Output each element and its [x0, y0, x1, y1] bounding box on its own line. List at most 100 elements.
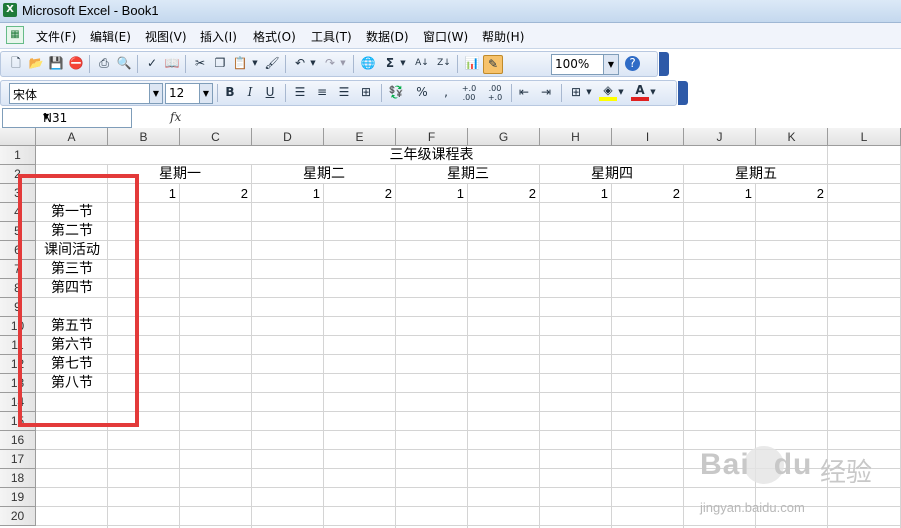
- menu-data[interactable]: 数据(D): [366, 28, 409, 45]
- column-header[interactable]: C: [180, 128, 252, 146]
- autosum-dropdown-icon[interactable]: ▼: [399, 55, 407, 72]
- zoom-select[interactable]: 100% ▼: [551, 54, 619, 75]
- toolbar-options-icon[interactable]: [659, 52, 669, 76]
- menu-format[interactable]: 格式(O): [253, 28, 296, 45]
- save-icon[interactable]: 💾: [47, 55, 65, 72]
- copy-icon[interactable]: ❐: [211, 55, 229, 72]
- column-header[interactable]: D: [252, 128, 324, 146]
- column-header[interactable]: I: [612, 128, 684, 146]
- undo-icon[interactable]: ↶: [291, 55, 309, 72]
- fill-color-icon[interactable]: ◈: [599, 84, 617, 101]
- undo-dropdown-icon[interactable]: ▼: [309, 55, 317, 72]
- fill-color-dropdown-icon[interactable]: ▼: [617, 84, 625, 101]
- help-icon[interactable]: ?: [625, 56, 640, 71]
- merge-center-icon[interactable]: ⊞: [357, 84, 375, 101]
- day-header[interactable]: 星期五: [684, 165, 828, 184]
- chevron-down-icon[interactable]: ▼: [149, 84, 162, 103]
- menu-help[interactable]: 帮助(H): [482, 28, 524, 45]
- format-painter-icon[interactable]: 🖌: [263, 55, 281, 72]
- sort-descending-icon[interactable]: Z↓: [435, 55, 453, 72]
- borders-icon[interactable]: ⊞: [567, 84, 585, 101]
- paste-dropdown-icon[interactable]: ▼: [251, 55, 259, 72]
- increase-indent-icon[interactable]: ⇥: [537, 84, 555, 101]
- open-icon[interactable]: 📂: [27, 55, 45, 72]
- percent-button[interactable]: %: [413, 84, 431, 101]
- column-header[interactable]: J: [684, 128, 756, 146]
- menu-window[interactable]: 窗口(W): [423, 28, 468, 45]
- menu-view[interactable]: 视图(V): [145, 28, 187, 45]
- period-number-cell[interactable]: 2: [468, 184, 536, 203]
- drawing-icon[interactable]: ✎: [483, 55, 503, 74]
- comma-button[interactable]: ,: [437, 84, 455, 101]
- print-preview-icon[interactable]: 🔍: [115, 55, 133, 72]
- toolbar-options-icon[interactable]: [678, 81, 688, 105]
- column-header[interactable]: E: [324, 128, 396, 146]
- column-header[interactable]: F: [396, 128, 468, 146]
- period-number-cell[interactable]: 2: [756, 184, 824, 203]
- autosum-icon[interactable]: Σ: [381, 55, 399, 72]
- menu-insert[interactable]: 插入(I): [200, 28, 237, 45]
- column-header[interactable]: L: [828, 128, 901, 146]
- day-header[interactable]: 星期二: [252, 165, 396, 184]
- research-icon[interactable]: 📖: [163, 55, 181, 72]
- new-icon[interactable]: 🗋: [7, 55, 25, 72]
- font-name-select[interactable]: 宋体 ▼: [9, 83, 163, 104]
- row-header[interactable]: 17: [0, 450, 36, 469]
- period-number-cell[interactable]: 2: [612, 184, 680, 203]
- sheet-title[interactable]: 三年级课程表: [36, 146, 827, 165]
- row-header[interactable]: 16: [0, 431, 36, 450]
- row-header[interactable]: 20: [0, 507, 36, 526]
- workbook-icon[interactable]: ▦: [6, 26, 24, 44]
- column-header[interactable]: H: [540, 128, 612, 146]
- font-color-button[interactable]: A: [631, 84, 649, 101]
- period-number-cell[interactable]: 1: [396, 184, 464, 203]
- row-header[interactable]: 18: [0, 469, 36, 488]
- sort-ascending-icon[interactable]: A↓: [413, 55, 431, 72]
- column-header[interactable]: K: [756, 128, 828, 146]
- underline-button[interactable]: U: [261, 84, 279, 101]
- borders-dropdown-icon[interactable]: ▼: [585, 84, 593, 101]
- hyperlink-icon[interactable]: 🌐: [359, 55, 377, 72]
- column-header[interactable]: A: [36, 128, 108, 146]
- period-number-cell[interactable]: 1: [540, 184, 608, 203]
- print-icon[interactable]: ⎙: [95, 55, 113, 72]
- day-header[interactable]: 星期三: [396, 165, 540, 184]
- font-size-select[interactable]: 12 ▼: [165, 83, 213, 104]
- italic-button[interactable]: I: [241, 84, 259, 101]
- font-color-dropdown-icon[interactable]: ▼: [649, 84, 657, 101]
- row-header[interactable]: 1: [0, 146, 36, 165]
- period-number-cell[interactable]: 1: [684, 184, 752, 203]
- decrease-decimal-button[interactable]: .00 +.0: [483, 84, 507, 102]
- redo-dropdown-icon[interactable]: ▼: [339, 55, 347, 72]
- chevron-down-icon[interactable]: ▼: [43, 112, 127, 121]
- formula-input[interactable]: [190, 108, 895, 126]
- period-number-cell[interactable]: 1: [252, 184, 320, 203]
- currency-icon[interactable]: 💱: [387, 84, 405, 101]
- cut-icon[interactable]: ✂: [191, 55, 209, 72]
- permission-icon[interactable]: ⛔: [67, 55, 85, 72]
- column-header[interactable]: G: [468, 128, 540, 146]
- redo-icon[interactable]: ↷: [321, 55, 339, 72]
- menu-file[interactable]: 文件(F): [36, 28, 76, 45]
- chart-wizard-icon[interactable]: 📊: [463, 55, 481, 72]
- increase-decimal-button[interactable]: +.0 .00: [457, 84, 481, 102]
- chevron-down-icon[interactable]: ▼: [199, 84, 212, 103]
- row-header[interactable]: 19: [0, 488, 36, 507]
- menu-edit[interactable]: 编辑(E): [90, 28, 131, 45]
- name-box[interactable]: N31 ▼: [2, 108, 132, 128]
- select-all-corner[interactable]: [0, 128, 36, 146]
- align-center-icon[interactable]: ≡: [313, 84, 331, 101]
- chevron-down-icon[interactable]: ▼: [603, 55, 618, 74]
- decrease-indent-icon[interactable]: ⇤: [515, 84, 533, 101]
- menu-tools[interactable]: 工具(T): [311, 28, 352, 45]
- fx-icon[interactable]: fx: [170, 110, 181, 124]
- bold-button[interactable]: B: [221, 84, 239, 101]
- align-left-icon[interactable]: ☰: [291, 84, 309, 101]
- period-number-cell[interactable]: 2: [180, 184, 248, 203]
- column-header[interactable]: B: [108, 128, 180, 146]
- paste-icon[interactable]: 📋: [231, 55, 249, 72]
- spelling-icon[interactable]: ✓: [143, 55, 161, 72]
- align-right-icon[interactable]: ☰: [335, 84, 353, 101]
- period-number-cell[interactable]: 2: [324, 184, 392, 203]
- day-header[interactable]: 星期四: [540, 165, 684, 184]
